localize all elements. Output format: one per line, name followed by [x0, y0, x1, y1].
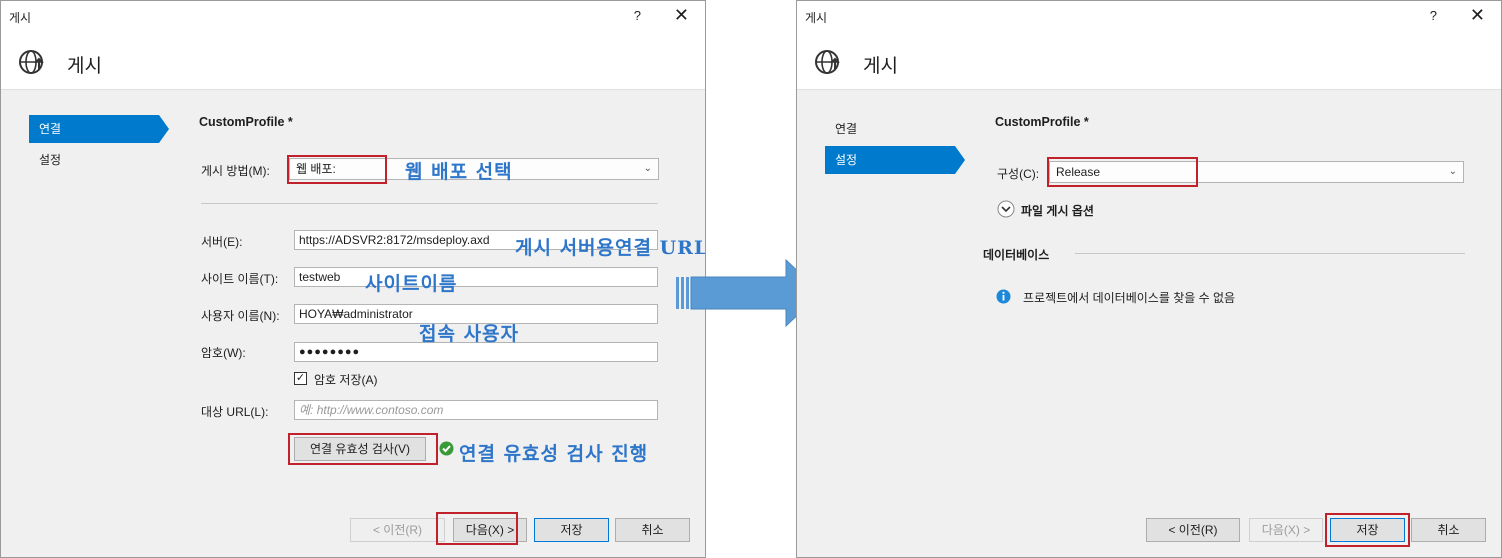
title-bar: 게시 ? ✕	[1, 1, 705, 33]
separator	[201, 203, 658, 204]
annotation-web-deploy: 웹 배포 선택	[405, 161, 513, 183]
title-bar: 게시 ? ✕	[797, 1, 1501, 33]
prev-button[interactable]: < 이전(R)	[350, 518, 445, 542]
site-name-input[interactable]: testweb	[294, 267, 658, 287]
nav-item-settings[interactable]: 설정	[825, 146, 965, 174]
prev-button[interactable]: < 이전(R)	[1146, 518, 1240, 542]
dialog-header: 게시	[797, 33, 1501, 90]
password-label: 암호(W):	[201, 346, 246, 360]
annotation-validate: 연결 유효성 검사 진행	[459, 443, 649, 465]
chevron-down-icon: ⌄	[1448, 166, 1457, 177]
site-name-label: 사이트 이름(T):	[201, 272, 279, 286]
database-info-text: 프로젝트에서 데이터베이스를 찾을 수 없음	[1023, 291, 1236, 305]
user-name-label: 사용자 이름(N):	[201, 309, 280, 323]
publish-method-label: 게시 방법(M):	[201, 164, 270, 178]
nav-item-connection[interactable]: 연결	[29, 115, 169, 143]
highlight-validate	[288, 433, 438, 465]
dialog-header: 게시	[1, 33, 705, 90]
database-section-title: 데이터베이스	[983, 248, 1050, 262]
help-button[interactable]: ?	[634, 8, 641, 23]
server-label: 서버(E):	[201, 235, 243, 249]
highlight-method	[287, 155, 387, 184]
check-circle-icon	[439, 441, 454, 456]
cancel-button[interactable]: 취소	[615, 518, 690, 542]
chevron-down-icon: ⌄	[643, 163, 652, 174]
profile-name: CustomProfile *	[199, 115, 293, 129]
help-button[interactable]: ?	[1430, 8, 1437, 23]
window-title: 게시	[805, 11, 828, 25]
chevron-down-circle-icon[interactable]	[997, 200, 1015, 218]
window-title: 게시	[9, 11, 32, 25]
sidebar-nav: 연결 설정	[825, 115, 965, 177]
annotation-user: 접속 사용자	[419, 323, 520, 345]
info-icon	[996, 289, 1011, 304]
cancel-button[interactable]: 취소	[1411, 518, 1486, 542]
profile-name: CustomProfile *	[995, 115, 1089, 129]
sidebar-nav: 연결 설정	[29, 115, 169, 177]
destination-url-input[interactable]: 예: http://www.contoso.com	[294, 400, 658, 420]
close-icon[interactable]: ✕	[674, 5, 689, 26]
save-button[interactable]: 저장	[534, 518, 609, 542]
file-publish-options[interactable]: 파일 게시 옵션	[1021, 202, 1094, 219]
next-button[interactable]: 다음(X) >	[1249, 518, 1323, 542]
separator	[1075, 253, 1465, 254]
save-password-label: 암호 저장(A)	[314, 373, 378, 387]
annotation-server-url: 게시 서버용연결 URL	[515, 237, 706, 259]
globe-publish-icon	[815, 50, 840, 74]
save-password-checkbox[interactable]: ✓	[294, 372, 307, 385]
annotation-site-name: 사이트이름	[365, 273, 458, 295]
configuration-label: 구성(C):	[997, 167, 1040, 181]
page-title: 게시	[863, 56, 898, 77]
page-title: 게시	[67, 56, 102, 77]
nav-item-settings[interactable]: 설정	[29, 146, 159, 174]
publish-dialog-connection: 게시 ? ✕ 게시 연결 설정 CustomProfile * 게시 방법(M)…	[0, 0, 706, 558]
close-icon[interactable]: ✕	[1470, 5, 1485, 26]
highlight-configuration	[1047, 157, 1198, 187]
highlight-next	[436, 512, 518, 545]
globe-publish-icon	[19, 50, 44, 74]
nav-item-connection[interactable]: 연결	[825, 115, 955, 143]
publish-dialog-settings: 게시 ? ✕ 게시 연결 설정 CustomProfile * 구성(C): R…	[796, 0, 1502, 558]
highlight-save	[1325, 513, 1410, 547]
destination-url-label: 대상 URL(L):	[201, 405, 269, 419]
